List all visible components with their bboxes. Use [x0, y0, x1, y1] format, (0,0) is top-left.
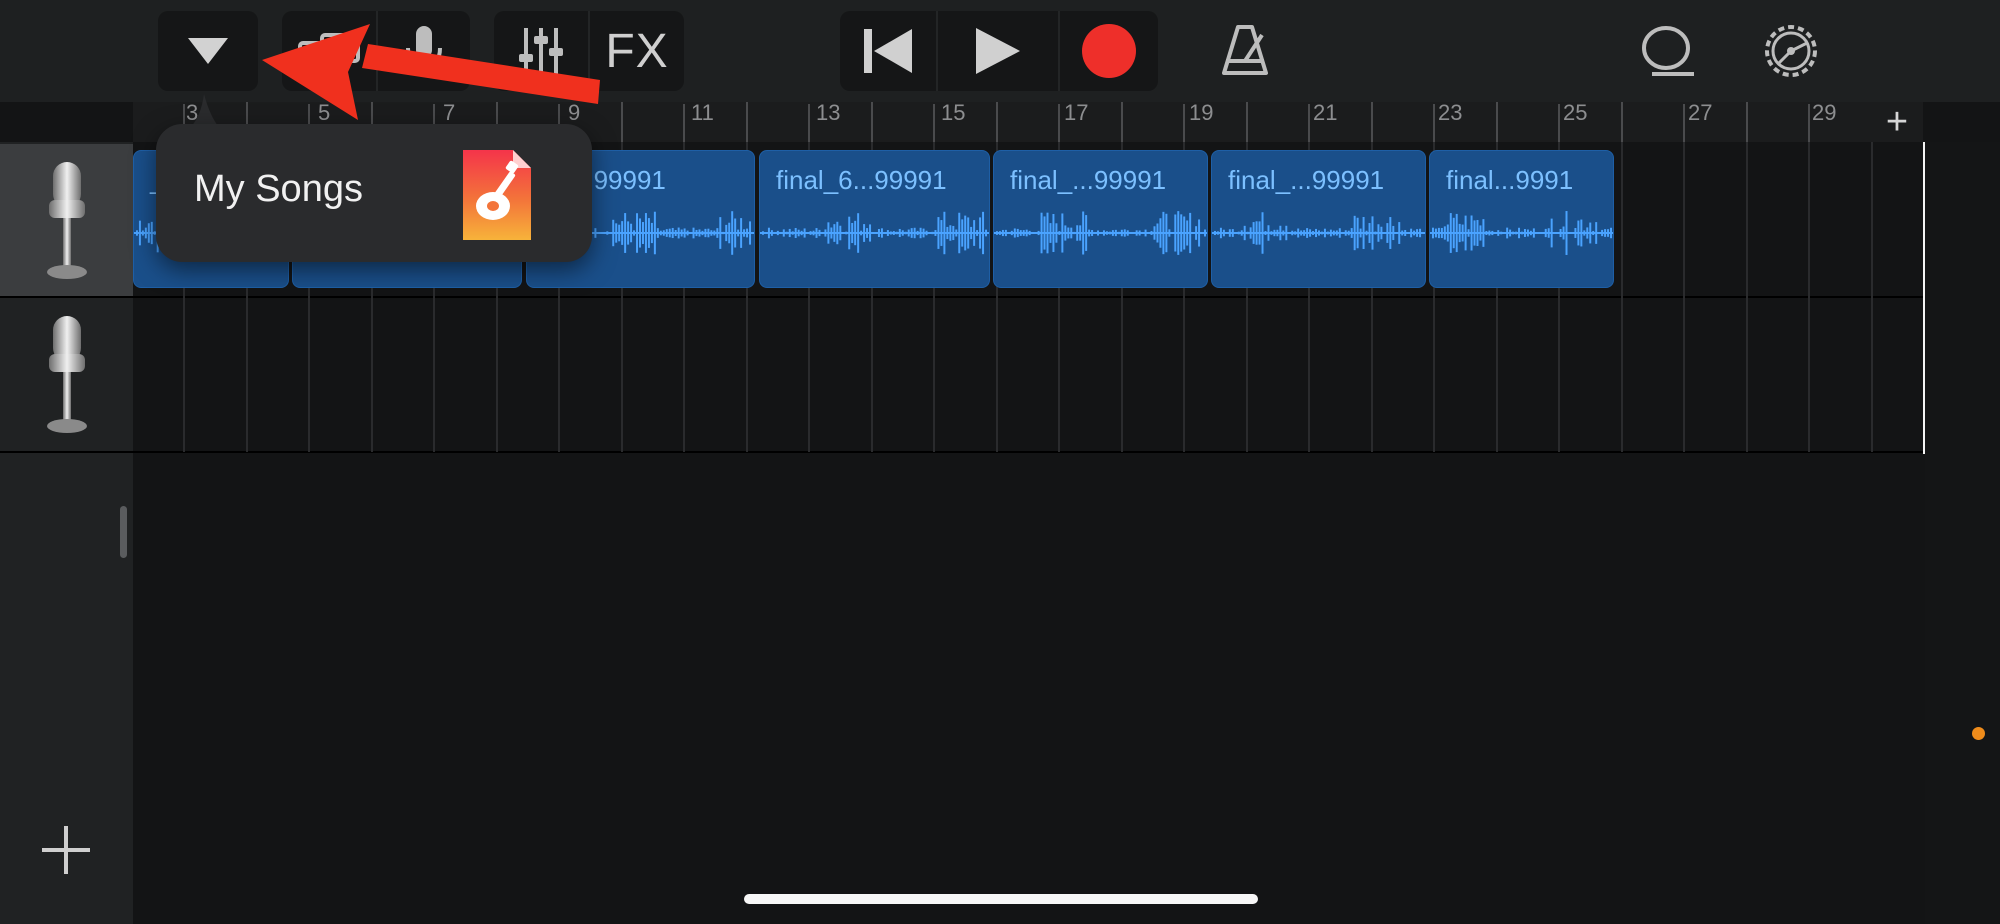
- audio-region[interactable]: final_...99991: [993, 150, 1208, 288]
- ruler-tick: [1808, 104, 1810, 142]
- ruler-label: 19: [1189, 100, 1214, 125]
- audio-region[interactable]: final_6...99991: [759, 150, 990, 288]
- garageband-file-icon: [463, 150, 531, 240]
- ruler-tick: [996, 102, 998, 142]
- ruler-tick: [1121, 102, 1123, 142]
- fx-button[interactable]: FX: [590, 11, 684, 91]
- metronome-button[interactable]: [1200, 11, 1290, 91]
- plus-icon: [42, 826, 90, 874]
- add-track-button[interactable]: [36, 820, 96, 880]
- ruler-label: 15: [941, 100, 966, 125]
- ruler-tick: [1496, 102, 1498, 142]
- ruler-tick: [1308, 104, 1310, 142]
- ruler-tick: [871, 102, 873, 142]
- ruler-tick: [1246, 102, 1248, 142]
- loop-browser-button[interactable]: [1622, 11, 1712, 91]
- ruler-tick: [1058, 104, 1060, 142]
- waveform: [994, 211, 1207, 255]
- fx-label: FX: [605, 24, 669, 78]
- skip-back-icon: [864, 29, 912, 73]
- audio-region[interactable]: final_...99991: [1211, 150, 1426, 288]
- record-icon: [1082, 24, 1136, 78]
- ruler-label: 29: [1812, 100, 1837, 125]
- record-button[interactable]: [1060, 11, 1158, 91]
- ruler-label: 21: [1313, 100, 1338, 125]
- add-section-button[interactable]: +: [1872, 102, 1922, 142]
- grid-line: [1871, 142, 1873, 452]
- track-header-resize-handle[interactable]: [120, 506, 127, 558]
- region-name: final...9991: [1446, 165, 1574, 195]
- home-indicator[interactable]: [744, 894, 1258, 904]
- region-name: final_...99991: [1228, 165, 1385, 195]
- play-button[interactable]: [938, 11, 1058, 91]
- ruler-tick: [1746, 102, 1748, 142]
- ruler-tick: [621, 102, 623, 142]
- waveform: [1430, 211, 1613, 255]
- annotation-arrow: [262, 24, 600, 120]
- grid-line: [1683, 142, 1685, 452]
- microphone-icon: [46, 161, 87, 279]
- ruler-tick: [1183, 104, 1185, 142]
- audio-region[interactable]: final...9991: [1429, 150, 1614, 288]
- track-header-1[interactable]: [0, 144, 133, 297]
- ruler-label: 11: [691, 100, 714, 125]
- grid-line: [1808, 142, 1810, 452]
- microphone-icon: [46, 315, 87, 433]
- browser-toggle-button[interactable]: [158, 11, 258, 91]
- right-gutter: [1925, 142, 2000, 924]
- ruler-tick: [683, 104, 685, 142]
- play-icon: [976, 28, 1020, 74]
- ruler-label: 23: [1438, 100, 1463, 125]
- ruler-tick: [1371, 102, 1373, 142]
- ruler-tick: [1683, 104, 1685, 142]
- region-name: final_6...99991: [776, 165, 947, 195]
- metronome-icon: [1222, 25, 1268, 75]
- ruler-tick: [933, 104, 935, 142]
- ruler-tick: [1433, 104, 1435, 142]
- my-songs-label[interactable]: My Songs: [194, 168, 363, 211]
- track-separator: [0, 296, 1925, 298]
- track-header-2[interactable]: [0, 298, 133, 451]
- ruler-tick: [1558, 104, 1560, 142]
- recording-indicator-dot: [1972, 727, 1985, 740]
- waveform: [760, 211, 989, 255]
- region-name: final_...99991: [1010, 165, 1167, 195]
- settings-button[interactable]: [1746, 11, 1836, 91]
- ruler-label: 17: [1064, 100, 1089, 125]
- grid-line: [1746, 142, 1748, 452]
- rewind-button[interactable]: [840, 11, 936, 91]
- waveform: [1212, 212, 1425, 254]
- ruler-label: 25: [1563, 100, 1588, 125]
- ruler-label: 13: [816, 100, 841, 125]
- grid-line: [1621, 142, 1623, 452]
- ruler-tick: [1621, 102, 1623, 142]
- ruler-tick: [808, 104, 810, 142]
- gear-icon: [1765, 25, 1817, 77]
- ruler-tick: [746, 102, 748, 142]
- browser-popover[interactable]: My Songs: [156, 124, 592, 262]
- ruler-label: 27: [1688, 100, 1713, 125]
- triangle-down-icon: [188, 38, 228, 64]
- loop-icon: [1642, 26, 1694, 76]
- track-separator: [0, 451, 1925, 453]
